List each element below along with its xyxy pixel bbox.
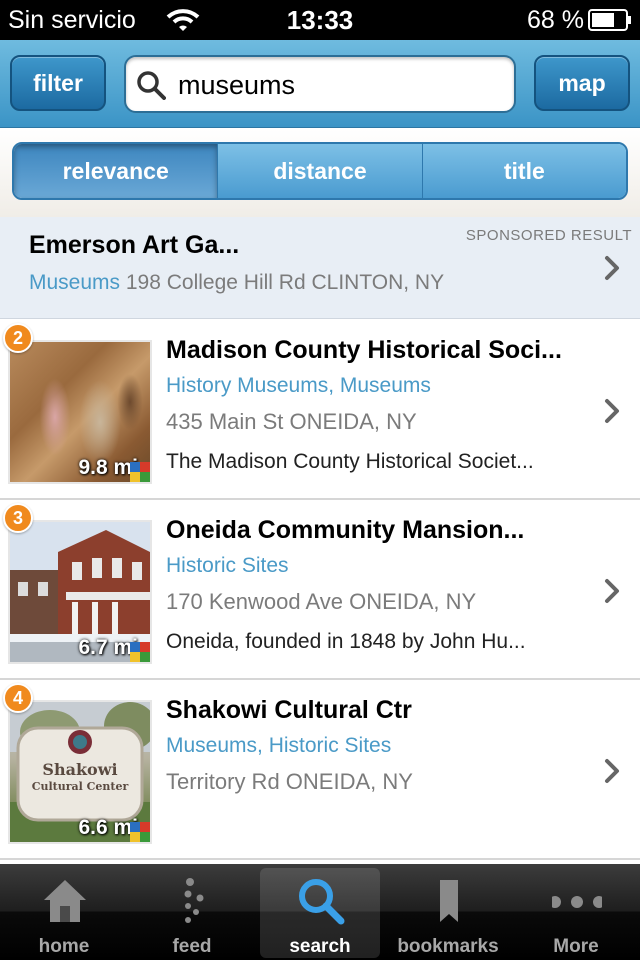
- more-icon: [552, 896, 602, 908]
- sort-bar: relevance distance title: [0, 129, 640, 217]
- result-name: Shakowi Cultural Ctr: [166, 696, 412, 724]
- result-row[interactable]: Shakowi Cultural Center 6.6 mi Shakowi C…: [0, 680, 640, 860]
- source-badge-icon: [130, 822, 150, 842]
- chevron-right-icon: [605, 399, 619, 423]
- sign-lettering: Shakowi: [42, 760, 118, 779]
- battery-percentage: 68 %: [527, 6, 584, 34]
- chevron-right-icon: [605, 579, 619, 603]
- result-thumbnail: Shakowi Cultural Center 6.6 mi: [8, 700, 152, 844]
- search-icon: [137, 71, 166, 100]
- feed-icon: [184, 878, 204, 923]
- result-address: 170 Kenwood Ave ONEIDA, NY: [166, 589, 477, 614]
- tab-label: search: [289, 936, 351, 957]
- sort-segmented-control: relevance distance title: [12, 142, 628, 200]
- result-categories: History Museums, Museums: [166, 374, 431, 397]
- rank-badge: 3: [3, 503, 33, 533]
- sort-relevance[interactable]: relevance: [14, 144, 218, 198]
- result-categories: Museums, Historic Sites: [166, 734, 392, 757]
- tab-search[interactable]: search: [260, 868, 380, 958]
- tab-label: home: [38, 936, 90, 957]
- status-bar: Sin servicio 13:33 68 %: [0, 0, 640, 40]
- sign-lettering: Cultural Center: [31, 780, 129, 793]
- result-row[interactable]: 9.8 mi Madison County Historical Soci...…: [0, 320, 640, 500]
- search-query: museums: [178, 70, 296, 100]
- search-input[interactable]: museums: [124, 55, 516, 113]
- result-thumbnail: 9.8 mi: [8, 340, 152, 484]
- sponsored-category: Museums: [29, 271, 121, 294]
- rank-badge: 4: [3, 683, 33, 713]
- source-badge-icon: [130, 642, 150, 662]
- result-name: Oneida Community Mansion...: [166, 516, 525, 544]
- sponsored-tag: SPONSORED RESULT: [465, 227, 632, 244]
- battery-icon: [588, 9, 631, 31]
- sponsored-meta: Museums 198 College Hill Rd CLINTON, NY: [29, 271, 444, 295]
- result-row[interactable]: 6.7 mi Oneida Community Mansion... Histo…: [0, 500, 640, 680]
- tab-feed[interactable]: feed: [132, 868, 252, 958]
- result-address: Territory Rd ONEIDA, NY: [166, 769, 413, 794]
- sponsored-result[interactable]: SPONSORED RESULT Emerson Art Ga... Museu…: [0, 217, 640, 319]
- rank-badge: 2: [3, 323, 33, 353]
- home-icon: [44, 880, 86, 922]
- result-description: The Madison County Historical Societ...: [166, 450, 534, 473]
- filter-button[interactable]: filter: [10, 55, 106, 111]
- source-badge-icon: [130, 462, 150, 482]
- bookmark-icon: [440, 880, 458, 922]
- tab-bookmarks[interactable]: bookmarks: [388, 868, 508, 958]
- sort-title[interactable]: title: [421, 144, 626, 198]
- tab-label: bookmarks: [397, 936, 499, 957]
- result-description: Oneida, founded in 1848 by John Hu...: [166, 630, 526, 653]
- tab-label: feed: [172, 936, 212, 957]
- result-address: 435 Main St ONEIDA, NY: [166, 409, 417, 434]
- sort-distance[interactable]: distance: [217, 144, 422, 198]
- search-header: filter museums map: [0, 40, 640, 128]
- chevron-right-icon: [605, 759, 619, 783]
- chevron-right-icon: [605, 256, 619, 280]
- tab-more[interactable]: More: [516, 868, 636, 958]
- map-button[interactable]: map: [534, 55, 630, 111]
- sponsored-address: 198 College Hill Rd CLINTON, NY: [125, 271, 445, 294]
- tab-bar: home feed search bookmarks More: [0, 864, 640, 960]
- result-thumbnail: 6.7 mi: [8, 520, 152, 664]
- search-icon: [299, 879, 345, 925]
- result-categories: Historic Sites: [166, 554, 289, 577]
- sponsored-name: Emerson Art Ga...: [29, 231, 240, 259]
- tab-home[interactable]: home: [4, 868, 124, 958]
- tab-label: More: [553, 936, 599, 957]
- result-name: Madison County Historical Soci...: [166, 336, 562, 364]
